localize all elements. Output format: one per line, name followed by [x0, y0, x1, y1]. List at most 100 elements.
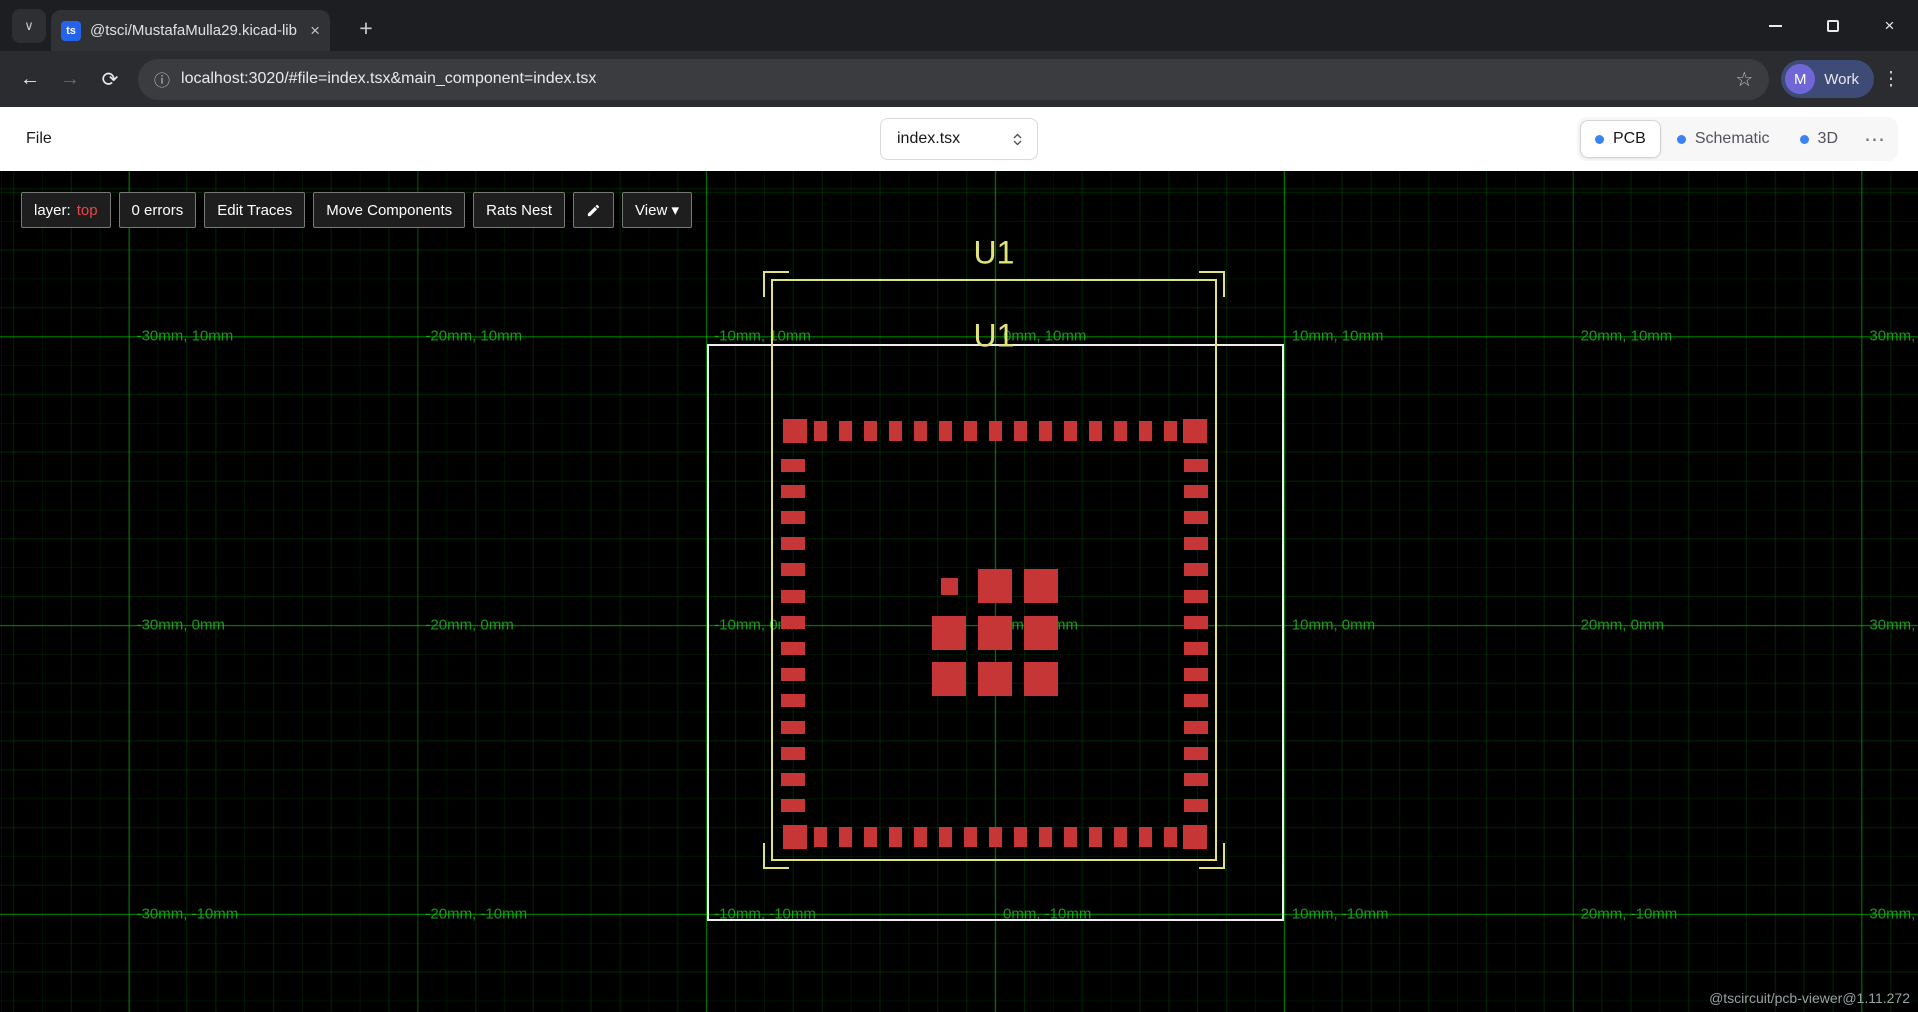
thermal-pad[interactable]	[978, 569, 1012, 603]
tab-close-icon[interactable]: ×	[310, 22, 320, 39]
smd-pad-left-col[interactable]	[781, 511, 805, 524]
forward-button[interactable]: →	[50, 59, 90, 99]
smd-pad-bottom-row[interactable]	[814, 827, 827, 847]
smd-pad-right-col[interactable]	[1184, 590, 1208, 603]
smd-pad-left-col[interactable]	[781, 485, 805, 498]
thermal-pad[interactable]	[978, 616, 1012, 650]
file-selector[interactable]: index.tsx	[880, 118, 1038, 160]
thermal-pad[interactable]	[978, 662, 1012, 696]
smd-pad-right-col[interactable]	[1184, 694, 1208, 707]
smd-pad-bottom-row[interactable]	[964, 827, 977, 847]
thermal-pad[interactable]	[932, 616, 966, 650]
smd-pad-left-col[interactable]	[781, 563, 805, 576]
thermal-pad[interactable]	[1024, 616, 1058, 650]
smd-pad-bottom-row[interactable]	[1183, 825, 1207, 849]
thermal-pad-pin1[interactable]	[941, 578, 958, 595]
view-tab-schematic[interactable]: Schematic	[1663, 121, 1784, 157]
smd-pad-top-row[interactable]	[1064, 421, 1077, 441]
thermal-pad[interactable]	[1024, 569, 1058, 603]
profile-button[interactable]: M Work	[1781, 60, 1874, 98]
layer-button[interactable]: layer: top	[21, 192, 111, 228]
smd-pad-bottom-row[interactable]	[989, 827, 1002, 847]
smd-pad-right-col[interactable]	[1184, 616, 1208, 629]
smd-pad-top-row[interactable]	[914, 421, 927, 441]
tab-search-button[interactable]: ∨	[12, 9, 46, 43]
smd-pad-left-col[interactable]	[781, 747, 805, 760]
site-info-icon[interactable]: ⓘ	[154, 67, 170, 91]
smd-pad-left-col[interactable]	[781, 773, 805, 786]
smd-pad-top-row[interactable]	[1164, 421, 1177, 441]
smd-pad-bottom-row[interactable]	[783, 825, 807, 849]
smd-pad-left-col[interactable]	[781, 799, 805, 812]
edit-button[interactable]	[573, 192, 614, 228]
view-tab-pcb[interactable]: PCB	[1580, 120, 1661, 158]
smd-pad-right-col[interactable]	[1184, 668, 1208, 681]
smd-pad-top-row[interactable]	[889, 421, 902, 441]
errors-button[interactable]: 0 errors	[119, 192, 197, 228]
browser-menu-icon[interactable]: ⋮	[1874, 68, 1908, 91]
rats-nest-button[interactable]: Rats Nest	[473, 192, 565, 228]
smd-pad-right-col[interactable]	[1184, 747, 1208, 760]
view-tab-3d[interactable]: 3D	[1786, 121, 1852, 157]
smd-pad-top-row[interactable]	[1039, 421, 1052, 441]
smd-pad-left-col[interactable]	[781, 642, 805, 655]
smd-pad-left-col[interactable]	[781, 590, 805, 603]
move-components-button[interactable]: Move Components	[313, 192, 465, 228]
smd-pad-top-row[interactable]	[989, 421, 1002, 441]
smd-pad-left-col[interactable]	[781, 694, 805, 707]
smd-pad-top-row[interactable]	[1183, 419, 1207, 443]
smd-pad-bottom-row[interactable]	[939, 827, 952, 847]
thermal-pad[interactable]	[932, 662, 966, 696]
smd-pad-right-col[interactable]	[1184, 773, 1208, 786]
smd-pad-right-col[interactable]	[1184, 537, 1208, 550]
smd-pad-top-row[interactable]	[1139, 421, 1152, 441]
smd-pad-top-row[interactable]	[864, 421, 877, 441]
thermal-pad[interactable]	[1024, 662, 1058, 696]
smd-pad-bottom-row[interactable]	[839, 827, 852, 847]
smd-pad-left-col[interactable]	[781, 721, 805, 734]
smd-pad-right-col[interactable]	[1184, 485, 1208, 498]
back-button[interactable]: ←	[10, 59, 50, 99]
smd-pad-top-row[interactable]	[814, 421, 827, 441]
bookmark-star-icon[interactable]: ☆	[1735, 67, 1753, 92]
smd-pad-left-col[interactable]	[781, 668, 805, 681]
smd-pad-bottom-row[interactable]	[1039, 827, 1052, 847]
browser-tab[interactable]: ts @tsci/MustafaMulla29.kicad-lib ×	[51, 10, 330, 51]
smd-pad-top-row[interactable]	[1114, 421, 1127, 441]
smd-pad-top-row[interactable]	[964, 421, 977, 441]
smd-pad-bottom-row[interactable]	[864, 827, 877, 847]
smd-pad-right-col[interactable]	[1184, 511, 1208, 524]
reload-button[interactable]: ⟳	[90, 59, 130, 99]
view-dropdown-button[interactable]: View ▾	[622, 192, 692, 228]
smd-pad-bottom-row[interactable]	[1114, 827, 1127, 847]
smd-pad-top-row[interactable]	[1014, 421, 1027, 441]
smd-pad-top-row[interactable]	[939, 421, 952, 441]
smd-pad-right-col[interactable]	[1184, 721, 1208, 734]
smd-pad-top-row[interactable]	[839, 421, 852, 441]
smd-pad-right-col[interactable]	[1184, 642, 1208, 655]
smd-pad-top-row[interactable]	[783, 419, 807, 443]
smd-pad-bottom-row[interactable]	[1164, 827, 1177, 847]
edit-traces-button[interactable]: Edit Traces	[204, 192, 305, 228]
smd-pad-right-col[interactable]	[1184, 563, 1208, 576]
header-more-button[interactable]: ⋯	[1854, 127, 1895, 152]
smd-pad-bottom-row[interactable]	[889, 827, 902, 847]
smd-pad-bottom-row[interactable]	[1014, 827, 1027, 847]
close-button[interactable]: ×	[1861, 0, 1918, 51]
smd-pad-left-col[interactable]	[781, 616, 805, 629]
smd-pad-top-row[interactable]	[1089, 421, 1102, 441]
maximize-button[interactable]	[1804, 0, 1861, 51]
new-tab-button[interactable]: +	[350, 12, 382, 44]
smd-pad-bottom-row[interactable]	[1139, 827, 1152, 847]
smd-pad-left-col[interactable]	[781, 459, 805, 472]
smd-pad-right-col[interactable]	[1184, 459, 1208, 472]
minimize-button[interactable]	[1747, 0, 1804, 51]
smd-pad-bottom-row[interactable]	[1089, 827, 1102, 847]
smd-pad-right-col[interactable]	[1184, 799, 1208, 812]
smd-pad-bottom-row[interactable]	[1064, 827, 1077, 847]
address-bar[interactable]: ⓘ localhost:3020/#file=index.tsx&main_co…	[138, 59, 1769, 100]
smd-pad-bottom-row[interactable]	[914, 827, 927, 847]
smd-pad-left-col[interactable]	[781, 537, 805, 550]
pcb-canvas[interactable]: layer: top 0 errors Edit Traces Move Com…	[0, 171, 1918, 1012]
file-menu[interactable]: File	[26, 130, 52, 148]
